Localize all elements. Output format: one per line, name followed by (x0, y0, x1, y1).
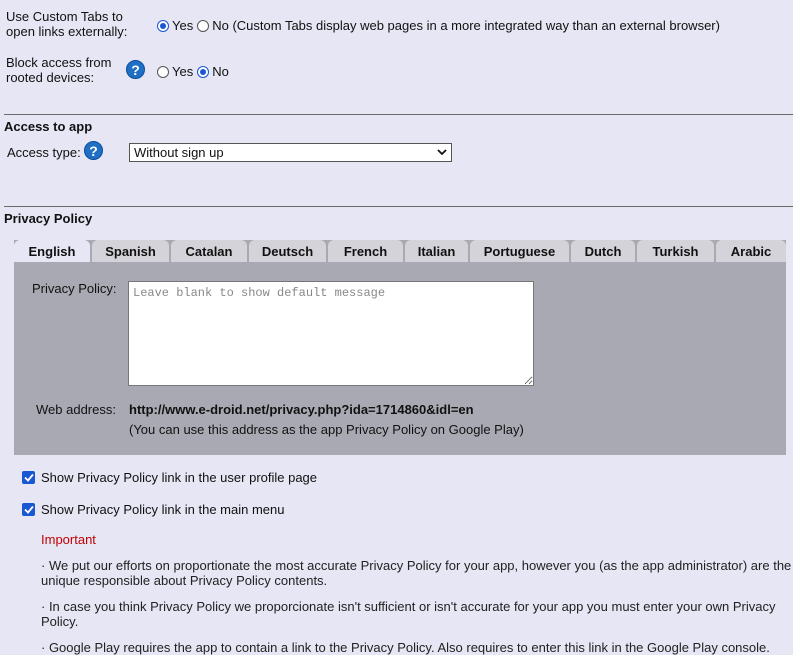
radio-checked-icon (157, 19, 169, 32)
custom-tabs-options: Yes No (Custom Tabs display web pages in… (157, 18, 724, 33)
profile-link-checkbox[interactable] (22, 471, 35, 484)
note-own-policy: · In case you think Privacy Policy we pr… (41, 599, 776, 629)
note-google-play: · Google Play requires the app to contai… (41, 640, 770, 655)
policy-label: Privacy Policy: (32, 281, 117, 296)
profile-link-label: Show Privacy Policy link in the user pro… (41, 470, 318, 485)
custom-tabs-yes-radio[interactable]: Yes (157, 18, 193, 33)
help-icon[interactable]: ? (126, 60, 145, 79)
rooted-label: Block access from rooted devices: (6, 55, 112, 85)
radio-checked-icon (197, 65, 210, 78)
divider (4, 114, 793, 115)
profile-link-row: Show Privacy Policy link in the user pro… (22, 470, 317, 485)
note-accuracy: · We put our efforts on proportionate th… (41, 558, 792, 588)
tab-turkish[interactable]: Turkish (637, 240, 714, 262)
menu-link-checkbox[interactable] (22, 503, 35, 516)
custom-tabs-no-radio[interactable]: No (Custom Tabs display web pages in a m… (197, 18, 720, 33)
web-address-label: Web address: (36, 402, 116, 417)
privacy-section-title: Privacy Policy (4, 211, 93, 226)
tab-english[interactable]: English (14, 240, 90, 262)
access-type-select[interactable]: Without sign up (129, 143, 452, 162)
tab-dutch[interactable]: Dutch (571, 240, 635, 262)
tab-deutsch[interactable]: Deutsch (249, 240, 326, 262)
access-type-value: Without sign up (134, 145, 224, 160)
web-address-url: http://www.e-droid.net/privacy.php?ida=1… (129, 402, 474, 417)
tab-arabic[interactable]: Arabic (716, 240, 786, 262)
tab-french[interactable]: French (328, 240, 403, 262)
radio-unchecked-icon (197, 19, 210, 32)
custom-tabs-label: Use Custom Tabs to open links externally… (6, 9, 128, 39)
custom-tabs-no-label: No (Custom Tabs display web pages in a m… (212, 18, 720, 33)
tab-spanish[interactable]: Spanish (92, 240, 169, 262)
rooted-yes-label: Yes (172, 64, 194, 79)
access-section-title: Access to app (4, 119, 93, 134)
chevron-down-icon (437, 149, 447, 156)
menu-link-label: Show Privacy Policy link in the main men… (41, 502, 285, 517)
check-icon (23, 505, 34, 514)
check-icon (23, 473, 34, 482)
menu-link-row: Show Privacy Policy link in the main men… (22, 502, 285, 517)
tab-italian[interactable]: Italian (405, 240, 468, 262)
tab-portuguese[interactable]: Portuguese (470, 240, 569, 262)
radio-unchecked-icon (157, 65, 169, 78)
web-address-note: (You can use this address as the app Pri… (129, 422, 524, 437)
rooted-options: Yes No (157, 64, 233, 79)
access-type-label: Access type: (7, 145, 81, 160)
help-icon[interactable]: ? (84, 141, 103, 160)
important-heading: Important (41, 532, 96, 547)
rooted-no-radio[interactable]: No (197, 64, 229, 79)
rooted-no-label: No (212, 64, 229, 79)
policy-textarea[interactable] (128, 281, 534, 386)
tab-catalan[interactable]: Catalan (171, 240, 247, 262)
rooted-yes-radio[interactable]: Yes (157, 64, 193, 79)
divider (4, 206, 793, 207)
custom-tabs-yes-label: Yes (172, 18, 194, 33)
